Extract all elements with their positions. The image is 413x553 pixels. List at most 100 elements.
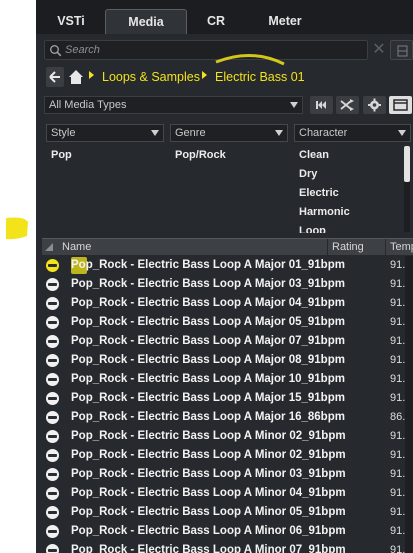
list-item[interactable]: Pop_Rock - Electric Bass Loop A Minor 04… (42, 484, 405, 503)
item-tempo: 91.0 (390, 373, 405, 385)
item-name: Pop_Rock - Electric Bass Loop A Major 10… (71, 373, 345, 385)
filter-item-clean[interactable]: Clean (299, 148, 329, 162)
media-type-value: All Media Types (49, 99, 127, 111)
back-button[interactable] (46, 67, 64, 87)
audio-loop-icon (46, 373, 59, 386)
filter-item-pop-rock[interactable]: Pop/Rock (175, 148, 226, 162)
filter-item-loop[interactable]: Loop (299, 224, 326, 233)
item-tempo: 86.0 (390, 411, 405, 423)
breadcrumb-arrow-icon (89, 71, 94, 79)
item-name: Pop_Rock - Electric Bass Loop A Major 07… (71, 335, 345, 347)
list-item[interactable]: Pop_Rock - Electric Bass Loop A Minor 07… (42, 541, 405, 553)
item-tempo: 91.0 (390, 449, 405, 461)
results-header: Name Rating Tempo (42, 238, 413, 255)
audio-loop-icon (46, 411, 59, 424)
clear-search-icon[interactable]: ✕ (372, 40, 386, 60)
list-item[interactable]: Pop_Rock - Electric Bass Loop A Major 08… (42, 351, 405, 370)
home-icon[interactable] (67, 67, 85, 87)
audio-loop-icon (46, 354, 59, 367)
audio-loop-icon (46, 487, 59, 500)
breadcrumb-electric-bass[interactable]: Electric Bass 01 (215, 69, 305, 85)
list-item[interactable]: Pop_Rock - Electric Bass Loop A Minor 06… (42, 522, 405, 541)
list-item[interactable]: Pop_Rock - Electric Bass Loop A Minor 02… (42, 446, 405, 465)
layout-button[interactable] (389, 96, 412, 114)
audio-loop-icon (46, 449, 59, 462)
column-rating[interactable]: Rating (328, 239, 386, 255)
item-name: Pop_Rock - Electric Bass Loop A Minor 06… (71, 525, 346, 537)
filter-item-electric[interactable]: Electric (299, 186, 339, 200)
breadcrumb-arrow-icon (202, 71, 207, 79)
column-tempo[interactable]: Tempo (386, 239, 413, 255)
item-tempo: 91.0 (390, 278, 405, 290)
item-tempo: 91.0 (390, 430, 405, 442)
filter-style-select[interactable]: Style (46, 124, 164, 142)
audio-loop-icon (46, 259, 59, 272)
tab-vsti[interactable]: VSTi (46, 9, 96, 34)
tab-cr[interactable]: CR (188, 9, 244, 34)
item-tempo: 91.0 (390, 335, 405, 347)
filter-style-label: Style (51, 127, 76, 139)
results-list: Pop_Rock - Electric Bass Loop A Major 01… (42, 256, 405, 553)
audio-loop-icon (46, 430, 59, 443)
chevron-down-icon (398, 130, 406, 136)
previous-button[interactable] (310, 96, 333, 114)
item-name: Pop_Rock - Electric Bass Loop A Major 01… (71, 259, 345, 271)
tab-bar: VSTi Media CR Meter (36, 0, 413, 34)
item-tempo: 91.0 (390, 468, 405, 480)
results-scrollbar[interactable] (405, 256, 413, 553)
item-name: Pop_Rock - Electric Bass Loop A Minor 02… (71, 449, 346, 461)
column-name[interactable]: Name (58, 239, 328, 255)
audio-loop-icon (46, 392, 59, 405)
item-tempo: 91.0 (390, 354, 405, 366)
chevron-down-icon (151, 130, 159, 136)
filter-item-pop[interactable]: Pop (51, 148, 72, 162)
gear-icon (368, 98, 381, 112)
view-grid-button[interactable] (390, 40, 413, 60)
list-item[interactable]: Pop_Rock - Electric Bass Loop A Major 15… (42, 389, 405, 408)
item-tempo: 91.0 (390, 506, 405, 518)
settings-button[interactable] (363, 96, 386, 114)
filter-genre-label: Genre (175, 127, 206, 139)
list-item[interactable]: Pop_Rock - Electric Bass Loop A Major 03… (42, 275, 405, 294)
list-item[interactable]: Pop_Rock - Electric Bass Loop A Minor 05… (42, 503, 405, 522)
item-tempo: 91.0 (390, 525, 405, 537)
audio-loop-icon (46, 525, 59, 538)
list-item[interactable]: Pop_Rock - Electric Bass Loop A Major 16… (42, 408, 405, 427)
item-name: Pop_Rock - Electric Bass Loop A Minor 05… (71, 506, 346, 518)
filter-item-dry[interactable]: Dry (299, 167, 317, 181)
audio-loop-icon (46, 468, 59, 481)
filter-genre-select[interactable]: Genre (170, 124, 288, 142)
arrow-left-icon (49, 71, 60, 83)
list-item[interactable]: Pop_Rock - Electric Bass Loop A Major 01… (42, 256, 405, 275)
breadcrumb-loops-samples[interactable]: Loops & Samples (102, 69, 200, 85)
list-item[interactable]: Pop_Rock - Electric Bass Loop A Major 10… (42, 370, 405, 389)
filter-item-harmonic[interactable]: Harmonic (299, 205, 350, 219)
audio-loop-icon (46, 297, 59, 310)
list-item[interactable]: Pop_Rock - Electric Bass Loop A Minor 03… (42, 465, 405, 484)
item-name: Pop_Rock - Electric Bass Loop A Minor 04… (71, 487, 346, 499)
search-input[interactable] (65, 42, 355, 58)
chevron-down-icon (275, 130, 283, 136)
item-tempo: 91.0 (390, 259, 405, 271)
list-item[interactable]: Pop_Rock - Electric Bass Loop A Major 05… (42, 313, 405, 332)
shuffle-button[interactable] (336, 96, 359, 114)
item-name: Pop_Rock - Electric Bass Loop A Minor 03… (71, 468, 346, 480)
item-tempo: 91.0 (390, 316, 405, 328)
tab-meter[interactable]: Meter (256, 9, 314, 34)
list-item[interactable]: Pop_Rock - Electric Bass Loop A Minor 02… (42, 427, 405, 446)
item-name: Pop_Rock - Electric Bass Loop A Major 04… (71, 297, 345, 309)
audio-loop-icon (46, 544, 59, 553)
list-item[interactable]: Pop_Rock - Electric Bass Loop A Major 04… (42, 294, 405, 313)
media-type-select[interactable]: All Media Types (44, 96, 303, 114)
item-name: Pop_Rock - Electric Bass Loop A Major 05… (71, 316, 345, 328)
item-name: Pop_Rock - Electric Bass Loop A Minor 02… (71, 430, 346, 442)
tab-media[interactable]: Media (105, 9, 187, 34)
chevron-down-icon (290, 102, 298, 108)
corner-resize-icon (45, 243, 53, 251)
item-name: Pop_Rock - Electric Bass Loop A Major 03… (71, 278, 345, 290)
filter-scrollbar-thumb[interactable] (404, 146, 410, 182)
list-item[interactable]: Pop_Rock - Electric Bass Loop A Major 07… (42, 332, 405, 351)
audio-loop-icon (46, 506, 59, 519)
audio-loop-icon (46, 335, 59, 348)
filter-character-select[interactable]: Character (294, 124, 411, 142)
